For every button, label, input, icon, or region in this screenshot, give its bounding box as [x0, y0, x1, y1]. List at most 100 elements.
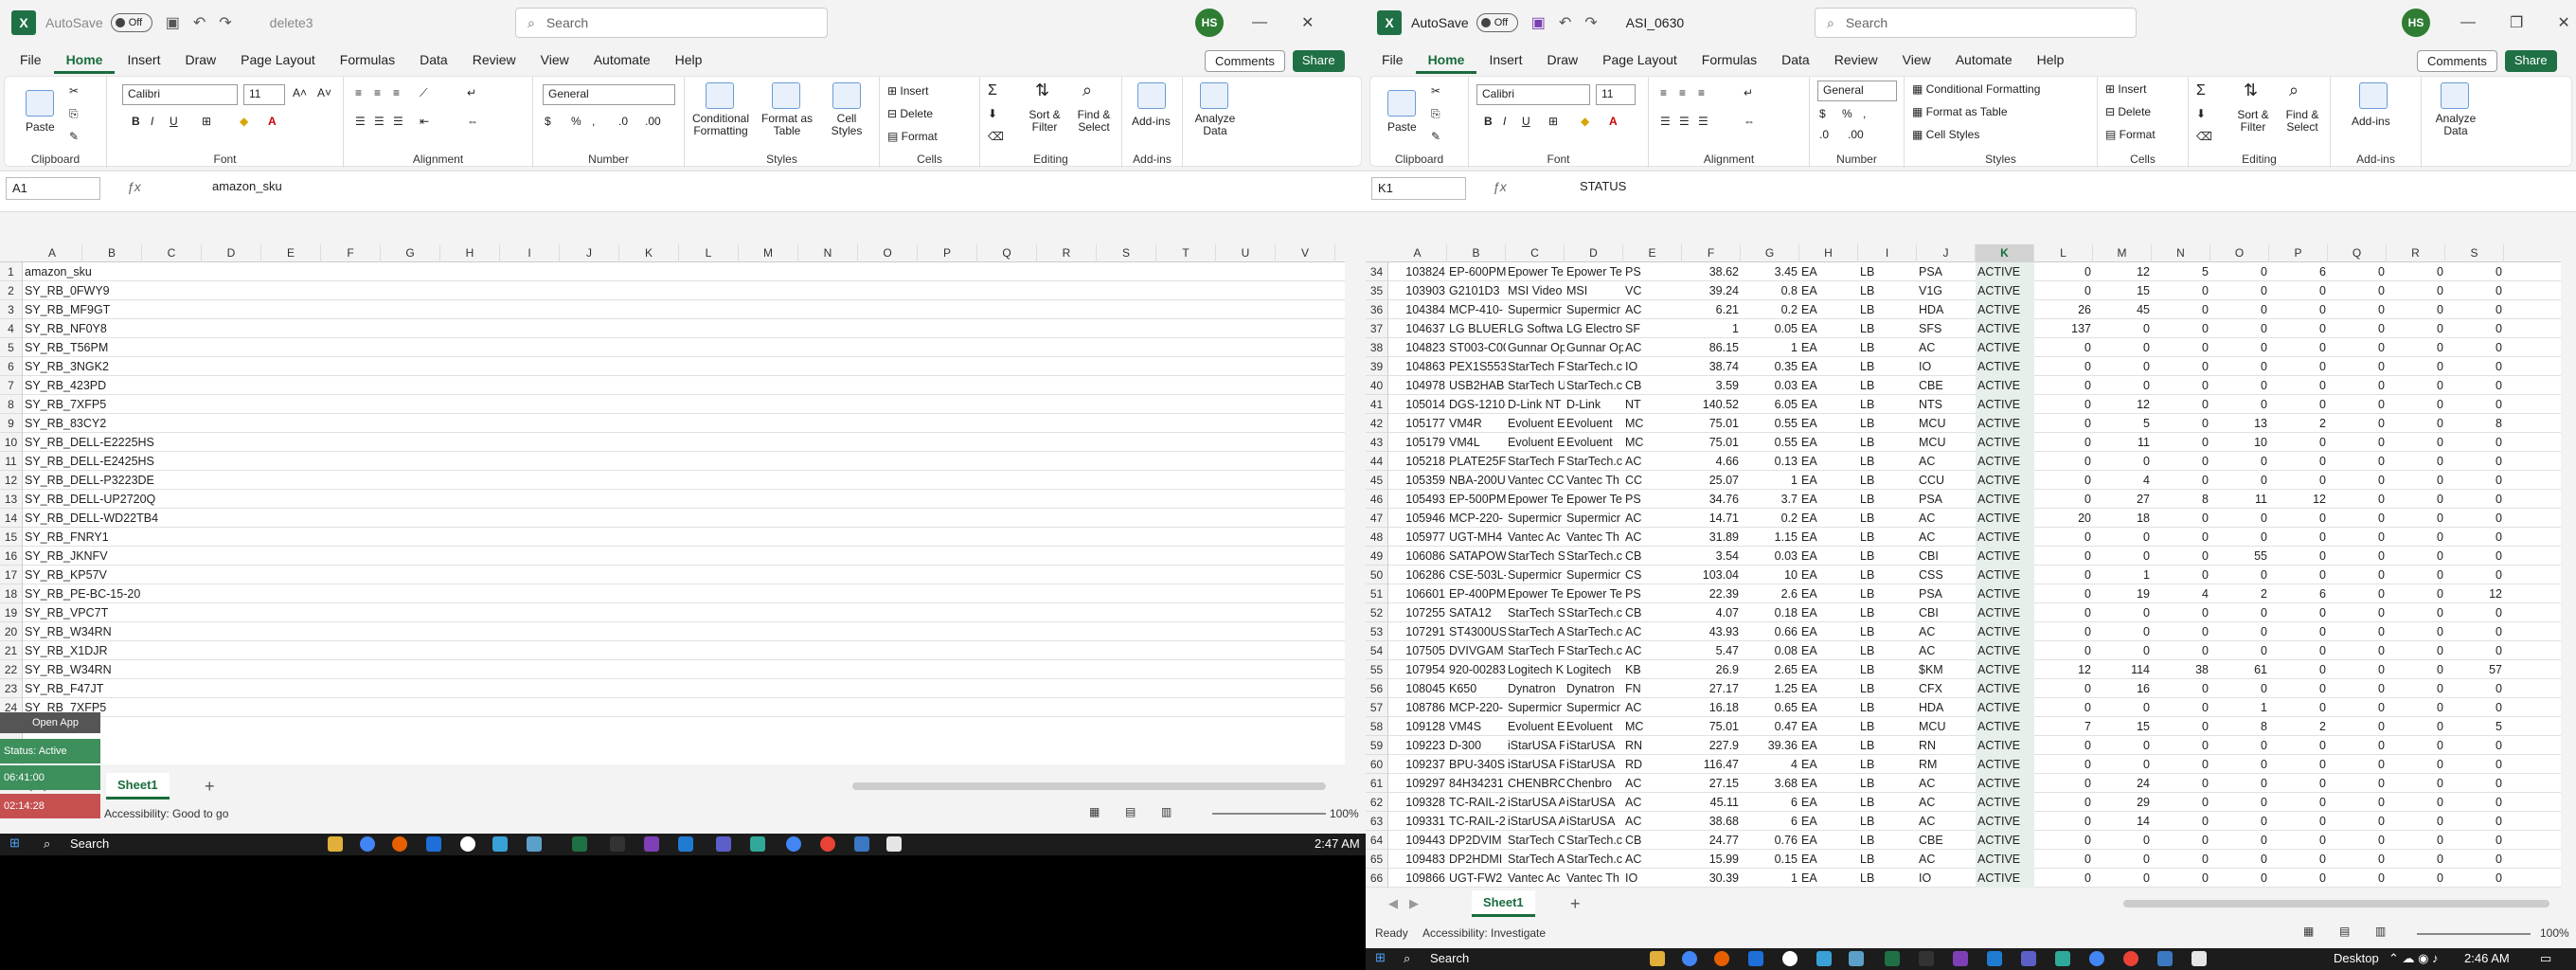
cell[interactable]: 0: [2210, 566, 2269, 584]
cell[interactable]: 0: [2328, 547, 2387, 566]
cell[interactable]: SY_RB_NF0Y8: [23, 319, 193, 338]
taskbar-search[interactable]: Search: [1430, 951, 1469, 965]
cell[interactable]: 15: [2093, 717, 2152, 736]
cell[interactable]: 0: [2387, 736, 2445, 755]
cell[interactable]: 0: [2269, 736, 2328, 755]
cell[interactable]: LB: [1858, 755, 1917, 774]
cell[interactable]: 0: [2445, 679, 2504, 698]
tab-file[interactable]: File: [1369, 45, 1416, 74]
cell[interactable]: SY_RB_X1DJR: [23, 641, 193, 660]
delete-cells-button[interactable]: ⊟ Delete: [887, 107, 933, 120]
cell[interactable]: PSA: [1917, 490, 1976, 509]
cell[interactable]: 107291: [1388, 622, 1447, 641]
cell[interactable]: 2: [2269, 717, 2328, 736]
cell[interactable]: 0: [2387, 660, 2445, 679]
cell[interactable]: SF: [1623, 319, 1682, 338]
cell[interactable]: 0: [2210, 281, 2269, 300]
file-name[interactable]: delete3: [270, 15, 313, 30]
cell[interactable]: 0: [2269, 357, 2328, 376]
cell[interactable]: 3.59: [1682, 376, 1741, 395]
cell[interactable]: 0: [2093, 698, 2152, 717]
sheet-tab-sheet1[interactable]: Sheet1: [1472, 890, 1535, 917]
cell[interactable]: EA: [1799, 319, 1858, 338]
cell[interactable]: 227.9: [1682, 736, 1741, 755]
align-middle-icon[interactable]: ≡: [1679, 86, 1686, 99]
cell[interactable]: 0: [2152, 812, 2210, 831]
cell[interactable]: 0: [2269, 850, 2328, 869]
cell[interactable]: UGT-MH4: [1447, 528, 1506, 547]
cell[interactable]: 0: [2093, 452, 2152, 471]
align-bottom-icon[interactable]: ≡: [1698, 86, 1705, 99]
column-header-q[interactable]: Q: [2328, 244, 2387, 262]
cell[interactable]: Gunnar Op: [1565, 338, 1623, 357]
row-header[interactable]: 8: [0, 395, 22, 414]
row-header[interactable]: 18: [0, 584, 22, 603]
formula-input[interactable]: STATUS: [1580, 179, 1626, 193]
format-cells-button[interactable]: ▤ Format: [2105, 128, 2156, 141]
page-break-icon[interactable]: ▥: [1161, 805, 1172, 818]
firefox-icon[interactable]: [1714, 951, 1729, 966]
cell[interactable]: Epower Te: [1565, 584, 1623, 603]
cell[interactable]: Supermicr: [1506, 509, 1565, 528]
cell[interactable]: 0: [2210, 736, 2269, 755]
redo-icon[interactable]: ↷: [1584, 13, 1597, 32]
cell[interactable]: Supermicr: [1565, 300, 1623, 319]
cell[interactable]: 0: [2387, 490, 2445, 509]
cell[interactable]: Chenbro: [1565, 774, 1623, 793]
autosum-icon[interactable]: Σ: [2196, 82, 2206, 99]
column-header-o[interactable]: O: [2210, 244, 2269, 262]
row-header[interactable]: 12: [0, 471, 22, 490]
cell[interactable]: AC: [1623, 452, 1682, 471]
cell[interactable]: Supermicr: [1565, 509, 1623, 528]
cell[interactable]: 0: [2152, 774, 2210, 793]
cell[interactable]: PLATE25F: [1447, 452, 1506, 471]
column-header-s[interactable]: S: [2445, 244, 2504, 262]
column-header-n[interactable]: N: [2152, 244, 2210, 262]
cell[interactable]: 12: [2093, 395, 2152, 414]
cell[interactable]: 0.47: [1741, 717, 1799, 736]
tab-page-layout[interactable]: Page Layout: [228, 45, 328, 74]
cell[interactable]: 0: [2093, 547, 2152, 566]
cell[interactable]: LB: [1858, 850, 1917, 869]
vscode-icon[interactable]: [678, 836, 693, 852]
row-header[interactable]: 4: [0, 319, 22, 338]
cell[interactable]: 106286: [1388, 566, 1447, 584]
cell[interactable]: 103903: [1388, 281, 1447, 300]
cell[interactable]: 16.18: [1682, 698, 1741, 717]
cell[interactable]: 27: [2093, 490, 2152, 509]
cell[interactable]: 0: [2034, 528, 2093, 547]
cell[interactable]: 109331: [1388, 812, 1447, 831]
cell[interactable]: K650: [1447, 679, 1506, 698]
row-header[interactable]: 15: [0, 528, 22, 547]
cell[interactable]: iStarUSA: [1565, 755, 1623, 774]
cell[interactable]: 55: [2210, 547, 2269, 566]
cell[interactable]: AC: [1623, 509, 1682, 528]
row-header[interactable]: 42: [1366, 414, 1387, 433]
cell[interactable]: 0.55: [1741, 433, 1799, 452]
cell[interactable]: 105177: [1388, 414, 1447, 433]
zoom-app-icon[interactable]: [1748, 951, 1763, 966]
cell[interactable]: 0: [2445, 319, 2504, 338]
cell[interactable]: 0: [2328, 509, 2387, 528]
cell[interactable]: Vantec Th: [1565, 869, 1623, 888]
column-header-j[interactable]: J: [560, 244, 619, 262]
cell[interactable]: 0: [2387, 357, 2445, 376]
column-header-h[interactable]: H: [1799, 244, 1858, 262]
cell[interactable]: 0: [2269, 641, 2328, 660]
cell[interactable]: SY_RB_VPC7T: [23, 603, 193, 622]
cell[interactable]: MCP-410-: [1447, 300, 1506, 319]
row-header[interactable]: 2: [0, 281, 22, 300]
column-header-e[interactable]: E: [261, 244, 321, 262]
cell[interactable]: SATAPOW: [1447, 547, 1506, 566]
sort-filter-icon[interactable]: ⇅: [1035, 81, 1049, 100]
column-header-d[interactable]: D: [202, 244, 261, 262]
cell[interactable]: 0: [2034, 452, 2093, 471]
cell[interactable]: 0: [2328, 376, 2387, 395]
user-avatar[interactable]: HS: [1195, 9, 1224, 37]
cell[interactable]: 0: [2269, 660, 2328, 679]
tab-help[interactable]: Help: [663, 45, 715, 74]
cell[interactable]: EA: [1799, 698, 1858, 717]
delete-cells-button[interactable]: ⊟ Delete: [2105, 105, 2151, 118]
cell[interactable]: AC: [1917, 622, 1976, 641]
cell[interactable]: ACTIVE: [1976, 471, 2034, 490]
